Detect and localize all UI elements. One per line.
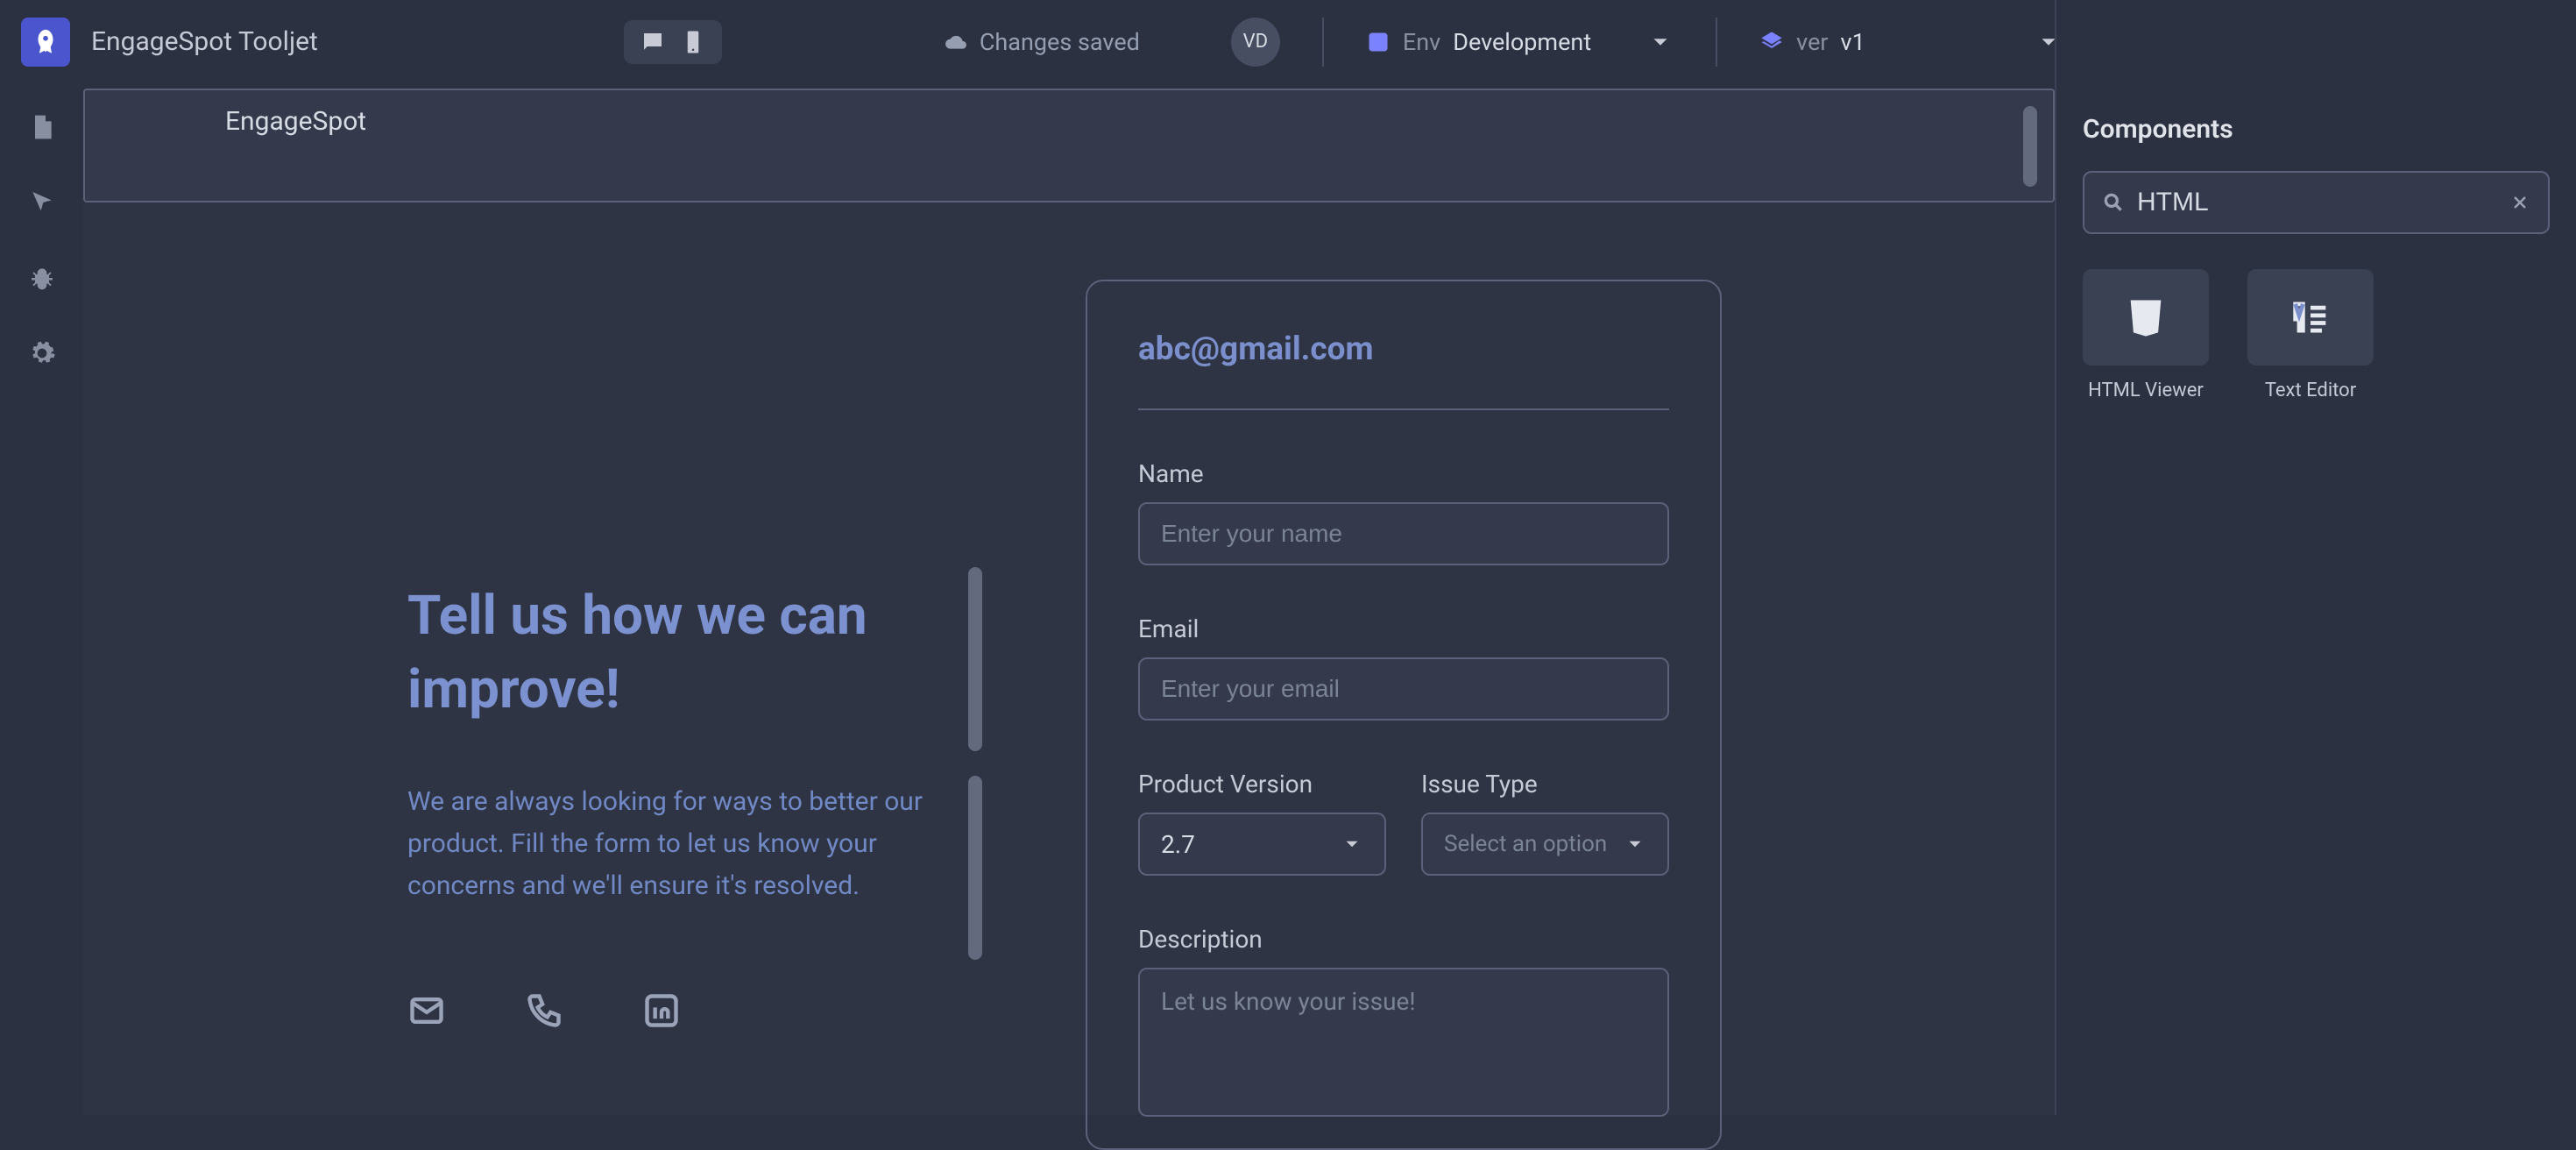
blurb-text: We are always looking for ways to better…: [407, 781, 977, 907]
email-label: Email: [1138, 614, 1669, 643]
canvas-main[interactable]: Tell us how we can improve! We are alway…: [83, 202, 2055, 1115]
issue-type-select[interactable]: Select an option: [1421, 813, 1669, 876]
chevron-down-icon: [1341, 833, 1363, 855]
html5-icon: [2123, 295, 2169, 340]
components-search-input[interactable]: [2137, 188, 2497, 217]
issue-type-label: Issue Type: [1421, 770, 1669, 799]
headline-text: Tell us how we can improve!: [407, 579, 1056, 726]
app-logo[interactable]: [21, 18, 70, 67]
contact-icon-row: [407, 991, 681, 1030]
save-status: Changes saved: [945, 28, 1140, 56]
clear-search-button[interactable]: [2509, 192, 2530, 213]
version-value: v1: [1841, 28, 1865, 56]
form-header-email: abc@gmail.com: [1138, 330, 1669, 410]
components-panel-title: Components: [2083, 114, 2550, 145]
email-input[interactable]: [1138, 657, 1669, 721]
chevron-down-icon: [1647, 29, 1674, 55]
environment-selector[interactable]: Env Development: [1366, 28, 1674, 56]
cloud-check-icon: [945, 31, 967, 53]
component-caption: HTML Viewer: [2088, 380, 2204, 401]
description-textarea[interactable]: [1138, 968, 1669, 1117]
rail-pages-button[interactable]: [25, 110, 60, 145]
save-status-text: Changes saved: [980, 28, 1140, 56]
app-title: EngageSpot Tooljet: [91, 26, 318, 57]
chevron-down-icon: [1624, 833, 1646, 855]
version-label: ver: [1796, 28, 1828, 56]
gear-icon: [28, 339, 56, 367]
cursor-icon: [28, 188, 56, 217]
components-grid: HTML Viewer Text Editor: [2083, 269, 2550, 401]
product-version-label: Product Version: [1138, 770, 1386, 799]
env-value: Development: [1453, 28, 1591, 56]
canvas-top-block[interactable]: EngageSpot: [83, 89, 2055, 202]
phone-icon: [525, 991, 563, 1030]
component-caption: Text Editor: [2265, 380, 2356, 401]
env-label: Env: [1403, 28, 1440, 56]
component-html-viewer[interactable]: HTML Viewer: [2083, 269, 2209, 401]
comments-toggle-group[interactable]: [624, 20, 722, 64]
name-label: Name: [1138, 459, 1669, 488]
comment-icon: [640, 29, 666, 55]
user-avatar[interactable]: VD: [1231, 18, 1280, 67]
rail-inspector-button[interactable]: [25, 185, 60, 220]
issue-type-placeholder: Select an option: [1444, 832, 1607, 857]
rail-settings-button[interactable]: [25, 336, 60, 371]
mobile-icon: [680, 29, 706, 55]
scrollbar-thumb[interactable]: [968, 776, 982, 960]
components-panel: Components HTML Viewer Text Editor: [2055, 0, 2576, 1115]
scrollbar-thumb[interactable]: [968, 567, 982, 751]
canvas-block-title: EngageSpot: [225, 106, 366, 137]
description-label: Description: [1138, 925, 1669, 954]
page-icon: [28, 113, 56, 141]
env-icon: [1366, 30, 1391, 54]
scrollbar-thumb[interactable]: [2023, 106, 2037, 187]
layers-icon: [1759, 30, 1784, 54]
divider: [1716, 18, 1717, 67]
mail-icon: [407, 991, 446, 1030]
rocket-icon: [31, 27, 60, 57]
components-search[interactable]: [2083, 171, 2550, 234]
left-rail: [0, 83, 83, 1115]
product-version-select[interactable]: 2.7: [1138, 813, 1386, 876]
product-version-value: 2.7: [1161, 830, 1195, 859]
version-selector[interactable]: ver v1: [1759, 28, 2062, 56]
divider: [1322, 18, 1324, 67]
text-editor-icon: [2288, 295, 2333, 340]
component-text-editor[interactable]: Text Editor: [2247, 269, 2374, 401]
search-icon: [2102, 191, 2125, 214]
name-input[interactable]: [1138, 502, 1669, 565]
linkedin-icon: [642, 991, 681, 1030]
rail-debugger-button[interactable]: [25, 260, 60, 295]
feedback-form: abc@gmail.com Name Email Product Version…: [1086, 280, 1722, 1150]
bug-icon: [28, 264, 56, 292]
